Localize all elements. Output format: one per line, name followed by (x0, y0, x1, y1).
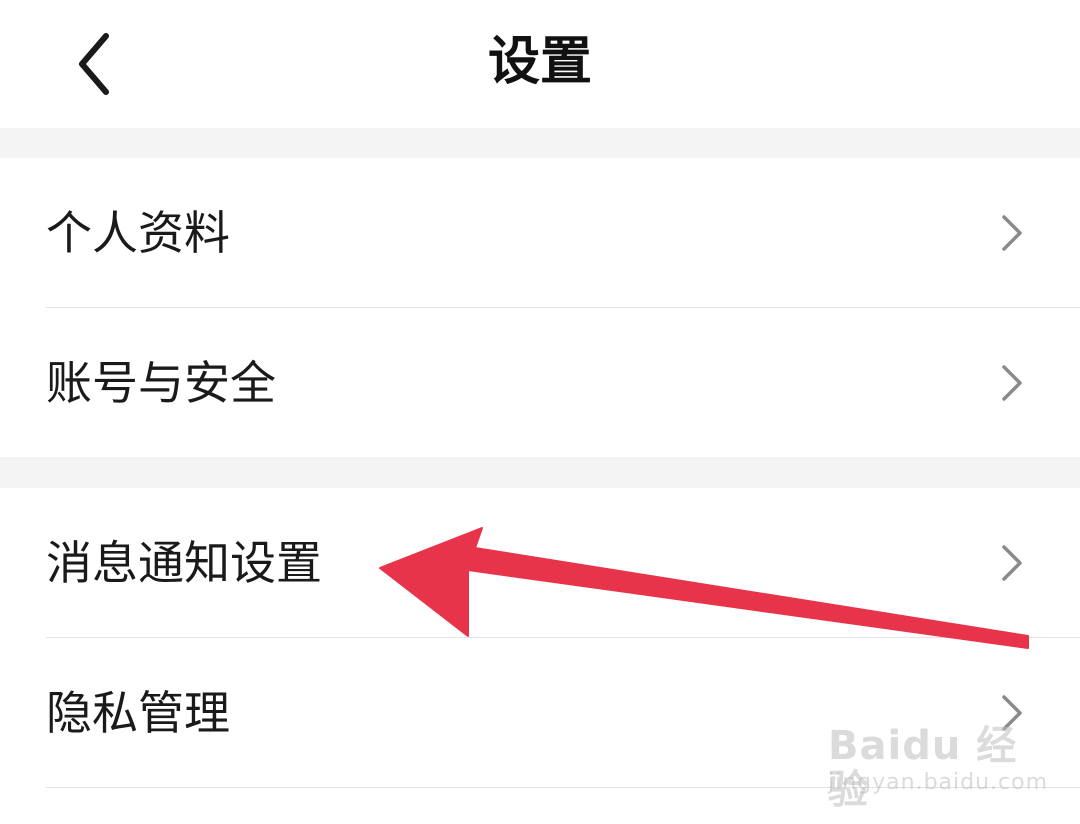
settings-item-label: 消息通知设置 (46, 535, 322, 590)
chevron-right-icon (996, 541, 1028, 585)
settings-item-privacy[interactable]: 隐私管理 (0, 638, 1080, 787)
chevron-right-icon (996, 211, 1028, 255)
settings-item-notifications[interactable]: 消息通知设置 (0, 488, 1080, 637)
divider (46, 787, 1080, 788)
settings-item-label: 个人资料 (46, 205, 230, 260)
chevron-right-icon (996, 691, 1028, 735)
settings-item-label: 隐私管理 (46, 685, 230, 740)
settings-item-label: 账号与安全 (46, 355, 276, 410)
nav-header: 设置 (0, 0, 1080, 128)
settings-item-profile[interactable]: 个人资料 (0, 158, 1080, 307)
chevron-right-icon (996, 361, 1028, 405)
section-gap (0, 128, 1080, 158)
section-gap (0, 457, 1080, 488)
settings-item-account-security[interactable]: 账号与安全 (0, 308, 1080, 457)
page-title: 设置 (487, 32, 592, 92)
